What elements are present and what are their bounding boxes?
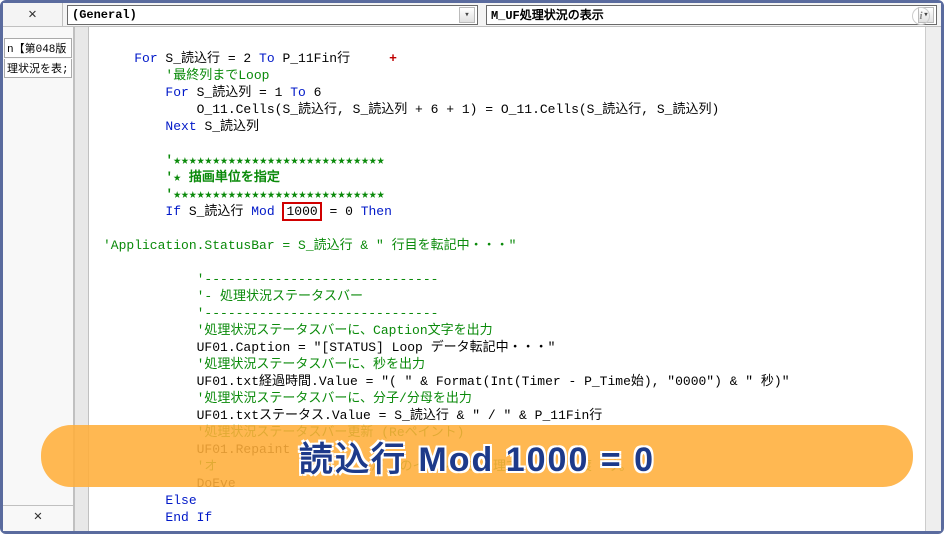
highlighted-value: 1000 (282, 202, 321, 221)
kw-else: Else (165, 493, 196, 508)
code-text: = 0 (322, 204, 361, 219)
code-text: O_11.Cells(S_読込行, S_読込列 + 6 + 1) = O_11.… (197, 102, 720, 117)
kw-to: To (259, 51, 275, 66)
close-icon[interactable]: ✕ (34, 508, 42, 525)
kw-endif: End If (165, 510, 212, 525)
top-toolbar: ✕ (General) ▾ M_UF処理状況の表示 ▾ i (3, 3, 941, 27)
code-text: S_読込行 = 2 (158, 51, 259, 66)
kw-then: Then (361, 204, 392, 219)
chevron-down-icon[interactable]: ▾ (459, 7, 475, 23)
code-text: P_11Fin行 (275, 51, 350, 66)
kw-for: For (165, 85, 188, 100)
breakpoint-marker[interactable]: + (389, 51, 397, 66)
info-icon[interactable]: i (912, 7, 930, 25)
sidebar-item[interactable]: n【第048版 (4, 38, 72, 58)
procedure-dropdown[interactable]: M_UF処理状況の表示 ▾ i (486, 5, 937, 25)
close-icon[interactable]: ✕ (28, 6, 36, 23)
object-dropdown[interactable]: (General) ▾ (67, 5, 478, 25)
comment: '★ 描画単位を指定 (165, 170, 279, 185)
comment: 'Application.StatusBar = S_読込行 & " 行目を転記… (103, 238, 516, 253)
kw-mod: Mod (251, 204, 274, 219)
code-text: 6 (306, 85, 322, 100)
comment: '★★★★★★★★★★★★★★★★★★★★★★★★★★★ (165, 187, 384, 202)
vertical-scrollbar[interactable] (925, 27, 941, 531)
comment: '------------------------------ (197, 272, 439, 287)
procedure-dropdown-label: M_UF処理状況の表示 (491, 6, 604, 23)
code-text: S_読込列 (197, 119, 259, 134)
code-text: S_読込行 (181, 204, 251, 219)
top-close-cell: ✕ (3, 3, 63, 27)
kw-if: If (165, 204, 181, 219)
kw-next: Next (165, 119, 196, 134)
app-frame: ✕ (General) ▾ M_UF処理状況の表示 ▾ i n【第048版 理状… (0, 0, 944, 534)
comment: '★★★★★★★★★★★★★★★★★★★★★★★★★★★ (165, 153, 384, 168)
comment: '処理状況ステータスバーに、Caption文字を出力 (197, 323, 493, 338)
comment: '処理状況ステータスバーに、秒を出力 (197, 357, 425, 372)
code-text: UF01.Caption = "[STATUS] Loop データ転記中・・・" (197, 340, 556, 355)
kw-for: For (134, 51, 157, 66)
comment: '- 処理状況ステータスバー (197, 289, 363, 304)
code-text: UF01.txt経過時間.Value = "( " & Format(Int(T… (197, 374, 790, 389)
caption-overlay: 読込行 Mod 1000 = 0 (41, 425, 913, 487)
code-text: UF01.txtステータス.Value = S_読込行 & " / " & P_… (197, 408, 603, 423)
sidebar-close: ✕ (3, 505, 73, 527)
object-dropdown-label: (General) (72, 8, 137, 22)
kw-to: To (290, 85, 306, 100)
comment: '最終列までLoop (165, 68, 269, 83)
code-text: S_読込列 = 1 (189, 85, 290, 100)
caption-text: 読込行 Mod 1000 = 0 (299, 432, 655, 481)
comment: '処理状況ステータスバーに、分子/分母を出力 (197, 391, 472, 406)
comment: '------------------------------ (197, 306, 439, 321)
sidebar-item[interactable]: 理状況を表; (4, 59, 72, 78)
